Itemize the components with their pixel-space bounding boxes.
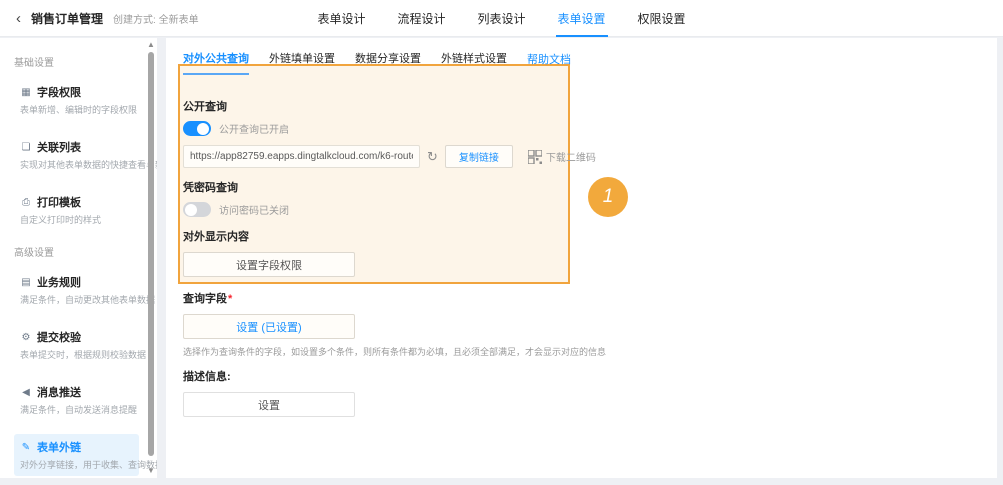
printer-icon: ⎙ [22, 196, 30, 208]
page-title: 销售订单管理 [31, 11, 104, 26]
refresh-icon[interactable]: ↻ [427, 150, 438, 163]
sidebar-item-desc: 满足条件，自动发送消息提醒 [20, 405, 138, 415]
top-header: ‹ 销售订单管理 创建方式: 全新表单 表单设计 流程设计 列表设计 表单设置 … [0, 0, 1003, 37]
scrollbar-down-arrow[interactable]: ▼ [146, 466, 156, 476]
sidebar-scrollbar: ▲ ▼ [146, 40, 156, 476]
sidebar-item-title: 表单外链 [37, 442, 81, 454]
tab-external-fill-settings[interactable]: 外链填单设置 [269, 50, 335, 75]
sidebar-item-title: 字段权限 [37, 87, 81, 99]
document-icon: ▤ [21, 276, 31, 288]
display-content-label: 对外显示内容 [183, 231, 249, 243]
password-query-label: 凭密码查询 [183, 182, 238, 194]
required-asterisk: * [228, 293, 233, 305]
share-url-input[interactable] [183, 145, 420, 168]
speaker-icon: ◀ [22, 386, 30, 398]
sidebar-item-message-push[interactable]: ◀ 消息推送 满足条件，自动发送消息提醒 [14, 379, 139, 421]
sidebar-section-basic: 基础设置 [14, 58, 54, 69]
tab-flow-design[interactable]: 流程设计 [395, 0, 447, 37]
sidebar-item-title: 打印模板 [37, 197, 81, 209]
external-link-icon: ✎ [21, 441, 31, 453]
tab-form-design[interactable]: 表单设计 [315, 0, 367, 37]
help-doc-link[interactable]: 帮助文档 [527, 51, 571, 74]
qr-code-icon [527, 149, 542, 164]
sidebar-item-desc: 对外分享链接，用于收集、查询数据 [20, 460, 157, 470]
sidebar-item-business-rules[interactable]: ▤ 业务规则 满足条件，自动更改其他表单数据 [14, 269, 156, 311]
set-field-permission-button[interactable]: 设置字段权限 [183, 252, 355, 277]
tab-list-design[interactable]: 列表设计 [475, 0, 527, 37]
sidebar-item-desc: 表单提交时，根据规则校验数据 [20, 350, 147, 360]
field-permission-icon: ▦ [21, 86, 31, 98]
query-fields-set-button[interactable]: 设置 (已设置) [183, 314, 355, 339]
tab-permission-settings[interactable]: 权限设置 [636, 0, 688, 37]
sidebar-section-advanced: 高级设置 [14, 248, 54, 259]
public-query-toggle[interactable] [183, 121, 211, 136]
description-info-label: 描述信息: [183, 371, 231, 383]
sidebar-item-desc: 满足条件，自动更改其他表单数据 [20, 295, 156, 305]
sidebar-item-submit-validation[interactable]: ⚙ 提交校验 表单提交时，根据规则校验数据 [14, 324, 147, 366]
main-panel: 1 对外公共查询 外链填单设置 数据分享设置 外链样式设置 帮助文档 公开查询 … [166, 38, 997, 478]
external-link-tabs: 对外公共查询 外链填单设置 数据分享设置 外链样式设置 帮助文档 [166, 38, 997, 75]
public-query-status: 公开查询已开启 [219, 125, 289, 136]
sidebar-item-title: 提交校验 [37, 332, 81, 344]
sidebar-item-field-permission[interactable]: ▦ 字段权限 表单新增、编辑时的字段权限 [14, 79, 139, 121]
download-qr-label: 下载二维码 [545, 153, 596, 164]
annotation-number-badge: 1 [588, 177, 628, 217]
toggle-knob [197, 122, 209, 135]
description-set-button[interactable]: 设置 [183, 392, 355, 417]
app-window: ‹ 销售订单管理 创建方式: 全新表单 表单设计 流程设计 列表设计 表单设置 … [0, 0, 1003, 485]
back-icon[interactable]: ‹ [16, 11, 21, 26]
scrollbar-up-arrow[interactable]: ▲ [146, 40, 156, 50]
creation-mode-subtitle: 创建方式: 全新表单 [113, 14, 199, 26]
sidebar-item-desc: 表单新增、编辑时的字段权限 [20, 105, 138, 115]
sidebar-item-form-external-link[interactable]: ✎ 表单外链 对外分享链接，用于收集、查询数据 [14, 434, 157, 476]
copy-link-button[interactable]: 复制链接 [444, 145, 513, 168]
sidebar-item-title: 业务规则 [37, 277, 81, 289]
query-fields-label-text: 查询字段 [183, 293, 227, 305]
sidebar-item-desc: 实现对其他表单数据的快捷查看与新增 [20, 160, 157, 170]
sidebar-item-desc: 自定义打印时的样式 [20, 215, 102, 225]
tab-data-share-settings[interactable]: 数据分享设置 [355, 50, 421, 75]
tab-link-style-settings[interactable]: 外链样式设置 [441, 50, 507, 75]
download-qr-action[interactable]: 下载二维码 [527, 149, 596, 164]
query-fields-hint: 选择作为查询条件的字段，如设置多个条件，则所有条件都为必填，且必须全部满足，才会… [183, 347, 607, 357]
gear-icon: ⚙ [21, 331, 31, 343]
sidebar-item-title: 消息推送 [37, 387, 81, 399]
sidebar-item-related-list[interactable]: ❏ 关联列表 实现对其他表单数据的快捷查看与新增 [14, 134, 157, 176]
password-query-status: 访问密码已关闭 [219, 206, 289, 217]
query-fields-label: 查询字段* [183, 290, 726, 306]
password-query-toggle[interactable] [183, 202, 211, 217]
related-list-icon: ❏ [21, 141, 31, 153]
settings-sidebar: 基础设置 ▦ 字段权限 表单新增、编辑时的字段权限 ❏ 关联列表 实现对其他表单数据… [0, 38, 157, 478]
sidebar-item-print-template[interactable]: ⎙ 打印模板 自定义打印时的样式 [14, 189, 139, 231]
tab-public-query[interactable]: 对外公共查询 [183, 50, 249, 75]
toggle-knob [185, 203, 197, 216]
tab-form-settings[interactable]: 表单设置 [555, 0, 608, 37]
public-query-label: 公开查询 [183, 101, 227, 113]
scrollbar-thumb[interactable] [148, 52, 154, 456]
sidebar-item-title: 关联列表 [37, 142, 81, 154]
